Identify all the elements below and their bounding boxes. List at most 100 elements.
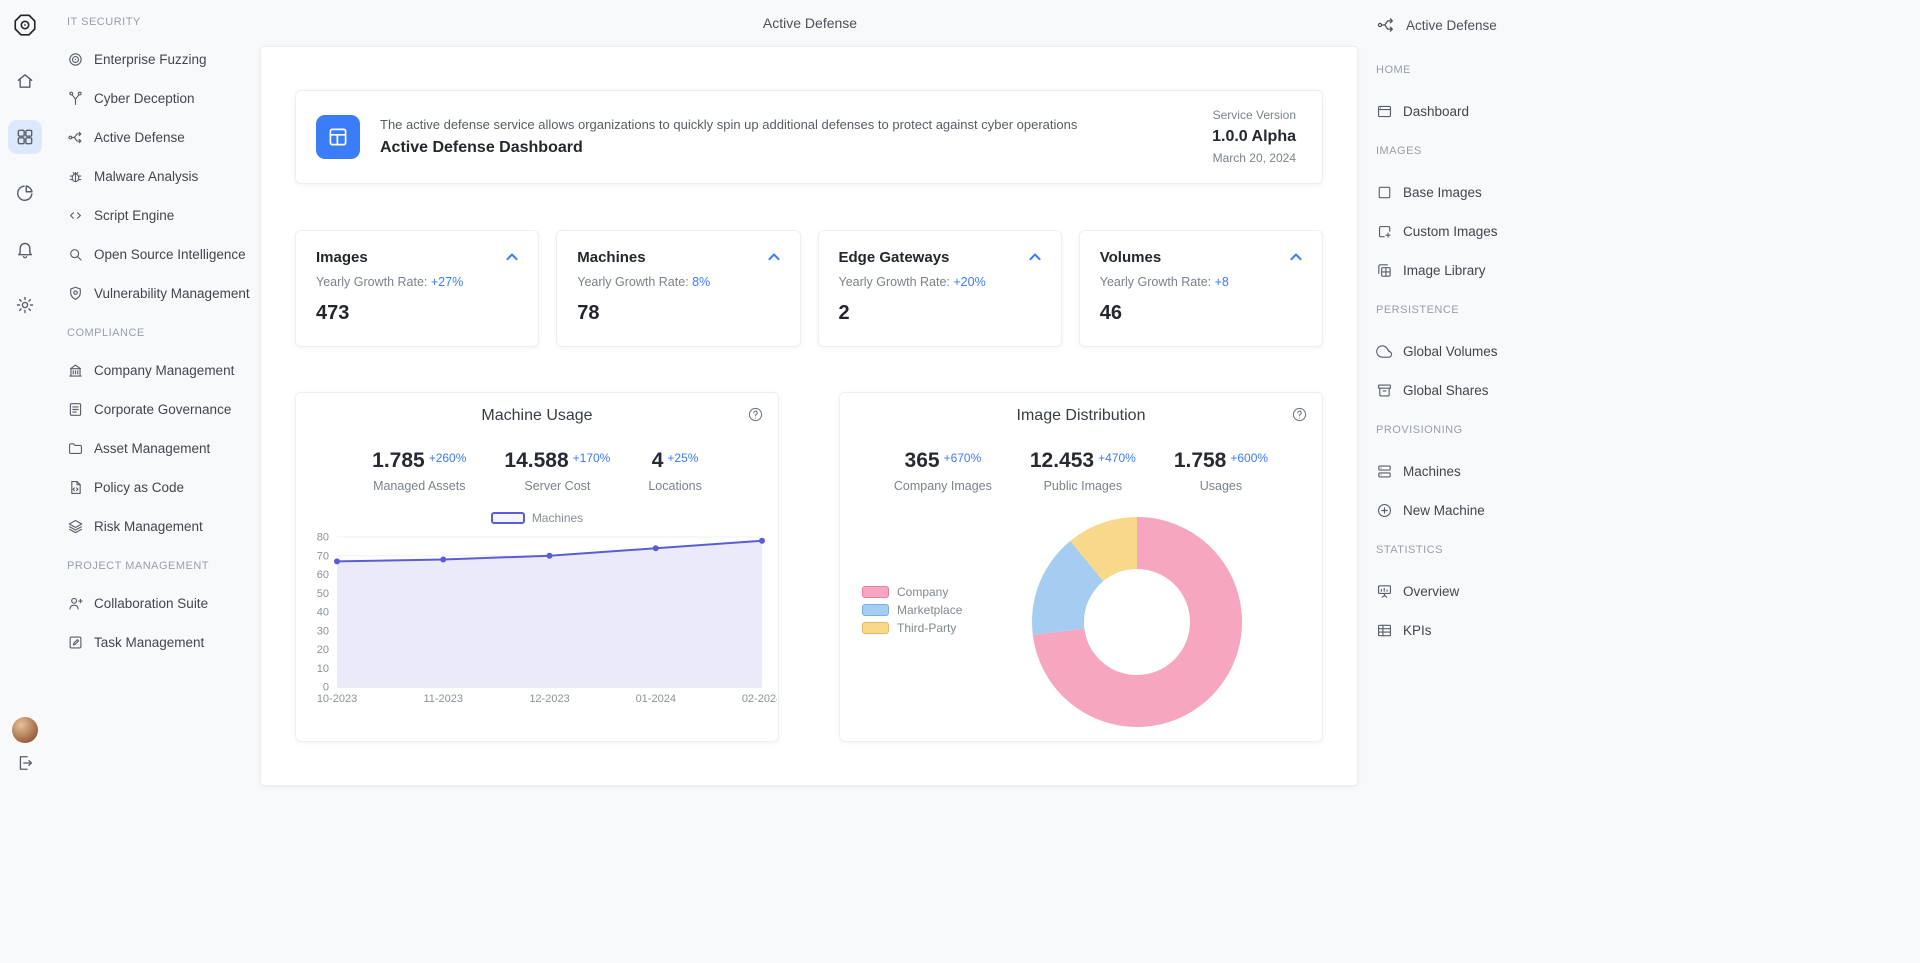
pie-legend-item-third-party[interactable]: Third-Party <box>862 619 962 637</box>
archive-icon <box>1376 382 1393 399</box>
content-panel: The active defense service allows organi… <box>260 46 1358 786</box>
sidebar-item-label: Active Defense <box>94 130 185 145</box>
context-label: Active Defense <box>1406 18 1497 33</box>
svg-text:80: 80 <box>317 532 329 544</box>
rightnav-item-dashboard[interactable]: Dashboard <box>1376 92 1920 131</box>
sidebar-item-label: Risk Management <box>94 519 203 534</box>
rightnav-item-machines[interactable]: Machines <box>1376 452 1920 491</box>
sidebar-section-project-management: PROJECT MANAGEMENTCollaboration SuiteTas… <box>67 560 260 662</box>
sidebar-item-task-management[interactable]: Task Management <box>67 623 260 662</box>
help-icon[interactable] <box>1291 406 1308 428</box>
stat-card-volumes: VolumesYearly Growth Rate: +846 <box>1079 230 1323 347</box>
kpi-delta: +670% <box>944 451 982 465</box>
machines-legend-swatch <box>491 512 525 524</box>
rightnav-item-label: New Machine <box>1403 503 1485 518</box>
rightnav-item-custom-images[interactable]: Custom Images <box>1376 212 1920 251</box>
kpi-company-images: 365+670%Company Images <box>894 449 992 493</box>
chevron-up-icon[interactable] <box>502 247 522 272</box>
grid-icon <box>15 127 35 147</box>
stat-value: 46 <box>1100 302 1306 325</box>
sidebar-item-company-management[interactable]: Company Management <box>67 351 260 390</box>
table-icon <box>1376 622 1393 639</box>
sidebar-item-active-defense[interactable]: Active Defense <box>67 118 260 157</box>
stat-growth: Yearly Growth Rate: 8% <box>577 275 783 289</box>
sidebar-section-title: IT SECURITY <box>67 16 260 32</box>
kpi-value: 1.785 <box>372 449 425 472</box>
rightnav-item-image-library[interactable]: Image Library <box>1376 251 1920 290</box>
sidebar-item-script-engine[interactable]: Script Engine <box>67 196 260 235</box>
sidebar-item-label: Script Engine <box>94 208 174 223</box>
rightnav-item-base-images[interactable]: Base Images <box>1376 173 1920 212</box>
kpi-label: Locations <box>648 479 702 493</box>
rightnav-section-persistence: PERSISTENCEGlobal VolumesGlobal Shares <box>1376 304 1920 410</box>
dashboard-app-icon <box>316 115 360 159</box>
pie-icon <box>15 183 35 203</box>
rightnav-item-new-machine[interactable]: New Machine <box>1376 491 1920 530</box>
sidebar-item-label: Asset Management <box>94 441 210 456</box>
rightnav-item-global-shares[interactable]: Global Shares <box>1376 371 1920 410</box>
help-icon[interactable] <box>747 406 764 428</box>
sidebar-item-label: Collaboration Suite <box>94 596 208 611</box>
kpi-value: 4 <box>652 449 664 472</box>
kpi-usages: 1.758+600%Usages <box>1174 449 1268 493</box>
sidebar-item-label: Enterprise Fuzzing <box>94 52 207 67</box>
sidebar-item-malware-analysis[interactable]: Malware Analysis <box>67 157 260 196</box>
sidebar-item-open-source-intelligence[interactable]: Open Source Intelligence <box>67 235 260 274</box>
chevron-up-icon[interactable] <box>764 247 784 272</box>
line-legend[interactable]: Machines <box>296 511 778 525</box>
sidebar-item-asset-management[interactable]: Asset Management <box>67 429 260 468</box>
rightnav-section-title: STATISTICS <box>1376 544 1920 560</box>
rail-item-bell[interactable] <box>8 232 42 266</box>
rightnav-section-statistics: STATISTICS OverviewKPIs <box>1376 544 1920 650</box>
stat-growth-rate: +20% <box>953 275 985 289</box>
stat-growth-rate: 8% <box>692 275 710 289</box>
sidebar-item-enterprise-fuzzing[interactable]: Enterprise Fuzzing <box>67 40 260 79</box>
kpi-managed-assets: 1.785+260%Managed Assets <box>372 449 466 493</box>
kpi-label: Managed Assets <box>372 479 466 493</box>
sidebar-item-collaboration-suite[interactable]: Collaboration Suite <box>67 584 260 623</box>
code-icon <box>67 207 84 224</box>
sidebar-item-label: Corporate Governance <box>94 402 231 417</box>
stat-growth-rate: +27% <box>431 275 463 289</box>
chevron-up-icon[interactable] <box>1286 247 1306 272</box>
rail-item-grid[interactable] <box>8 120 42 154</box>
sidebar-item-policy-as-code[interactable]: Policy as Code <box>67 468 260 507</box>
pie-legend: Company Marketplace Third-Party <box>862 583 962 637</box>
rightnav-section-images: IMAGESBase ImagesCustom ImagesImage Libr… <box>1376 145 1920 290</box>
policy-icon <box>67 479 84 496</box>
rightnav-item-kpis[interactable]: KPIs <box>1376 611 1920 650</box>
pie-legend-item-marketplace[interactable]: Marketplace <box>862 601 962 619</box>
rail-item-pie[interactable] <box>8 176 42 210</box>
stat-value: 78 <box>577 302 783 325</box>
kpi-value: 365 <box>905 449 940 472</box>
sidebar-item-risk-management[interactable]: Risk Management <box>67 507 260 546</box>
pie-legend-item-company[interactable]: Company <box>862 583 962 601</box>
sidebar-item-corporate-governance[interactable]: Corporate Governance <box>67 390 260 429</box>
rail-item-gear[interactable] <box>8 288 42 322</box>
kpi-value-row: 14.588+170% <box>504 449 610 473</box>
logout-icon[interactable] <box>15 753 35 778</box>
welcome-card: The active defense service allows organi… <box>295 90 1323 184</box>
app-root: IT SECURITY Enterprise Fuzzing Cyber Decep… <box>0 0 1920 963</box>
chevron-up-icon[interactable] <box>1025 247 1045 272</box>
machines-legend-label: Machines <box>532 511 583 525</box>
stat-title: Machines <box>577 249 783 266</box>
svg-text:11-2023: 11-2023 <box>423 693 463 705</box>
plus-circle-icon <box>1376 502 1393 519</box>
page-title: Active Defense <box>260 0 1360 46</box>
sidebar-item-vulnerability-management[interactable]: Vulnerability Management <box>67 274 260 313</box>
gear-icon <box>15 295 35 315</box>
pie-legend-label: Marketplace <box>897 603 962 617</box>
machine-usage-kpis: 1.785+260%Managed Assets 14.588+170% Serve… <box>296 449 778 493</box>
left-sidebar: IT SECURITY Enterprise Fuzzing Cyber Decep… <box>50 0 260 963</box>
rail-item-home[interactable] <box>8 64 42 98</box>
user-avatar[interactable] <box>12 717 38 743</box>
sidebar-item-cyber-deception[interactable]: Cyber Deception <box>67 79 260 118</box>
svg-text:30: 30 <box>317 625 329 637</box>
rightnav-item-global-volumes[interactable]: Global Volumes <box>1376 332 1920 371</box>
sidebar-item-label: Vulnerability Management <box>94 286 250 301</box>
kpi-label: Server Cost <box>504 479 610 493</box>
donut-area: Company Marketplace Third-Party <box>840 517 1322 727</box>
rightnav-item-overview[interactable]: Overview <box>1376 572 1920 611</box>
svg-text:01-2024: 01-2024 <box>636 693 676 705</box>
